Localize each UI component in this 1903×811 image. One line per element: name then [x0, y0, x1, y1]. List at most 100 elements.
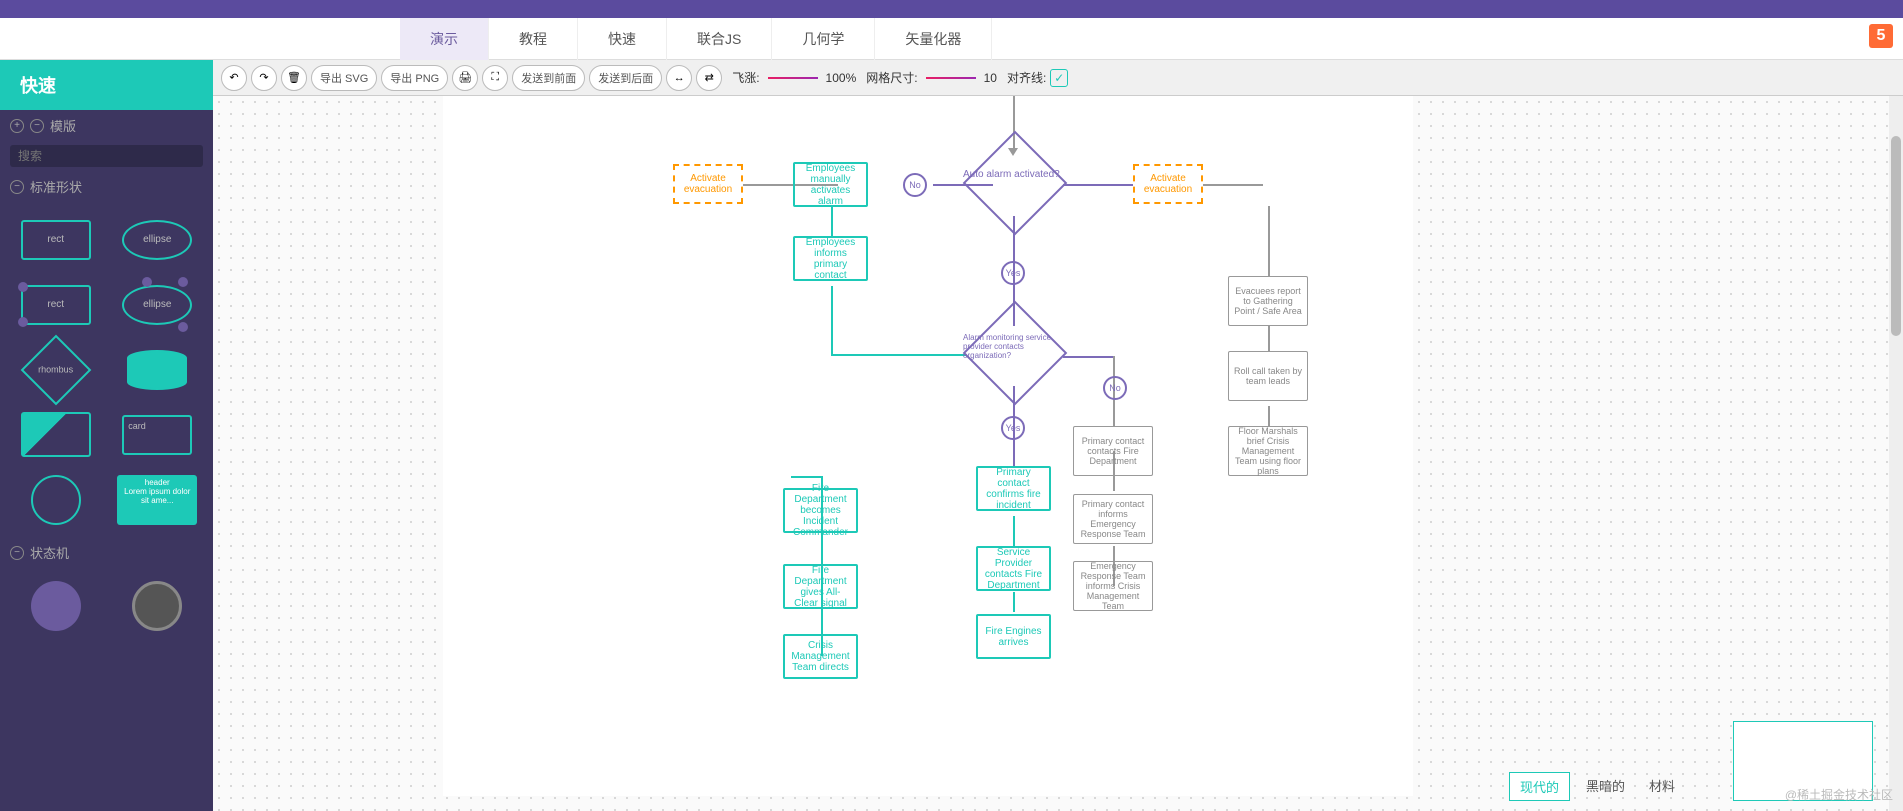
theme-dark[interactable]: 黑暗的: [1578, 772, 1633, 801]
tab-jointjs[interactable]: 联合JS: [667, 18, 772, 60]
node-service-provider[interactable]: Service Provider contacts Fire Departmen…: [976, 546, 1051, 591]
tab-demo[interactable]: 演示: [400, 18, 489, 60]
label-yes: Yes: [1001, 261, 1025, 285]
node-fire-clear[interactable]: Fire Department gives All-Clear signal: [783, 564, 858, 609]
label-no: No: [903, 173, 927, 197]
edge: [1063, 184, 1133, 186]
node-fire-cmd[interactable]: Fire Department becomes Incident Command…: [783, 488, 858, 533]
state-end[interactable]: [112, 578, 204, 633]
delete-button[interactable]: 🗑: [281, 65, 307, 91]
edge: [1268, 326, 1270, 351]
section-standard[interactable]: − 标准形状: [0, 171, 213, 202]
node-fire-arrives[interactable]: Fire Engines arrives: [976, 614, 1051, 659]
section-label: 状态机: [30, 543, 69, 562]
paper[interactable]: Auto alarm activated? No Yes Activate ev…: [443, 96, 1413, 796]
zoom-value: 100%: [826, 71, 857, 85]
layout-button[interactable]: ⇄: [696, 65, 722, 91]
edge: [1063, 356, 1113, 358]
edge: [1013, 592, 1015, 612]
edge: [821, 616, 823, 636]
node-ert-crisis[interactable]: Emergency Response Team informs Crisis M…: [1073, 561, 1153, 611]
edge: [1268, 206, 1270, 276]
send-front-button[interactable]: 发送到前面: [512, 65, 585, 91]
node-marshals[interactable]: Floor Marshals brief Crisis Management T…: [1228, 426, 1308, 476]
node-primary-ert[interactable]: Primary contact informs Emergency Respon…: [1073, 494, 1153, 544]
edge: [1268, 406, 1270, 426]
tab-tutorial[interactable]: 教程: [489, 18, 578, 60]
edge: [1013, 516, 1015, 546]
theme-material[interactable]: 材料: [1641, 772, 1683, 801]
node-crisis-mgmt[interactable]: Crisis Management Team directs: [783, 634, 858, 679]
label-yes2: Yes: [1001, 416, 1025, 440]
canvas-area: ↶ ↷ 🗑 导出 SVG 导出 PNG 🖨 ⛶ 发送到前面 发送到后面 ↔ ⇄ …: [213, 60, 1903, 811]
edge: [791, 476, 821, 478]
shape-image[interactable]: [10, 407, 102, 462]
scroll-thumb[interactable]: [1891, 136, 1901, 336]
node-auto-alarm[interactable]: Auto alarm activated?: [963, 151, 1063, 211]
node-evac-right[interactable]: Activate evacuation: [1133, 164, 1203, 204]
grid-value: 10: [984, 71, 997, 85]
section-label: 标准形状: [30, 177, 82, 196]
app-logo-icon: 5: [1869, 24, 1893, 48]
shape-rect-ports[interactable]: rect: [10, 277, 102, 332]
snap-checkbox[interactable]: ✓: [1050, 69, 1068, 87]
state-start[interactable]: [10, 578, 102, 633]
edge: [831, 354, 966, 356]
node-primary-fire[interactable]: Primary contact contacts Fire Department: [1073, 426, 1153, 476]
shape-card[interactable]: card: [112, 407, 204, 462]
toolbar: ↶ ↷ 🗑 导出 SVG 导出 PNG 🖨 ⛶ 发送到前面 发送到后面 ↔ ⇄ …: [213, 60, 1903, 96]
minus-icon[interactable]: −: [10, 180, 24, 194]
tab-geometry[interactable]: 几何学: [772, 18, 875, 60]
edge: [821, 536, 823, 566]
sidebar-title: 快速: [0, 60, 213, 110]
section-state[interactable]: − 状态机: [0, 537, 213, 568]
node-evac-left[interactable]: Activate evacuation: [673, 164, 743, 204]
search-input[interactable]: [10, 145, 203, 167]
shape-ellipse-ports[interactable]: ellipse: [112, 277, 204, 332]
edge: [1203, 184, 1263, 186]
zoom-label: 飞涨:: [732, 69, 759, 86]
node-emp-inform[interactable]: Employees informs primary contact: [793, 236, 868, 281]
zoom-slider[interactable]: [768, 77, 818, 79]
theme-modern[interactable]: 现代的: [1509, 772, 1570, 801]
grid-label: 网格尺寸:: [866, 69, 917, 86]
section-templates[interactable]: + − 模版: [0, 110, 213, 141]
export-svg-button[interactable]: 导出 SVG: [311, 65, 377, 91]
shape-header[interactable]: headerLorem ipsum dolor sit ame...: [112, 472, 204, 527]
fit-button[interactable]: ↔: [666, 65, 692, 91]
shape-rect[interactable]: rect: [10, 212, 102, 267]
node-alarm-monitor[interactable]: Alarm monitoring service provider contac…: [963, 321, 1063, 381]
print-button[interactable]: 🖨: [452, 65, 478, 91]
node-primary-confirm[interactable]: Primary contact confirms fire incident: [976, 466, 1051, 511]
shape-rhombus[interactable]: rhombus: [10, 342, 102, 397]
node-emp-manual[interactable]: Employees manually activates alarm: [793, 162, 868, 207]
snap-label: 对齐线:: [1007, 69, 1046, 86]
plus-icon[interactable]: +: [10, 119, 24, 133]
canvas[interactable]: Auto alarm activated? No Yes Activate ev…: [213, 96, 1903, 811]
section-label: 模版: [50, 116, 76, 135]
minus-icon[interactable]: −: [10, 546, 24, 560]
minus-icon[interactable]: −: [30, 119, 44, 133]
node-rollcall[interactable]: Roll call taken by team leads: [1228, 351, 1308, 401]
edge: [831, 286, 833, 356]
export-png-button[interactable]: 导出 PNG: [381, 65, 448, 91]
undo-button[interactable]: ↶: [221, 65, 247, 91]
scrollbar-vertical[interactable]: [1889, 96, 1903, 811]
nav-tabs: 演示 教程 快速 联合JS 几何学 矢量化器: [0, 18, 1903, 60]
state-shapes: [0, 568, 213, 643]
send-back-button[interactable]: 发送到后面: [589, 65, 662, 91]
label-no2: No: [1103, 376, 1127, 400]
theme-switcher: 现代的 黑暗的 材料: [1509, 772, 1683, 801]
edge: [831, 206, 833, 236]
node-evacuees[interactable]: Evacuees report to Gathering Point / Saf…: [1228, 276, 1308, 326]
watermark: @稀土掘金技术社区: [1785, 786, 1893, 803]
shape-cylinder[interactable]: [112, 342, 204, 397]
tab-vectorizer[interactable]: 矢量化器: [875, 18, 992, 60]
redo-button[interactable]: ↷: [251, 65, 277, 91]
tab-quick[interactable]: 快速: [578, 18, 667, 60]
fullscreen-button[interactable]: ⛶: [482, 65, 508, 91]
grid-slider[interactable]: [926, 77, 976, 79]
top-purple-bar: [0, 0, 1903, 18]
shape-circle-image[interactable]: [10, 472, 102, 527]
shape-ellipse[interactable]: ellipse: [112, 212, 204, 267]
